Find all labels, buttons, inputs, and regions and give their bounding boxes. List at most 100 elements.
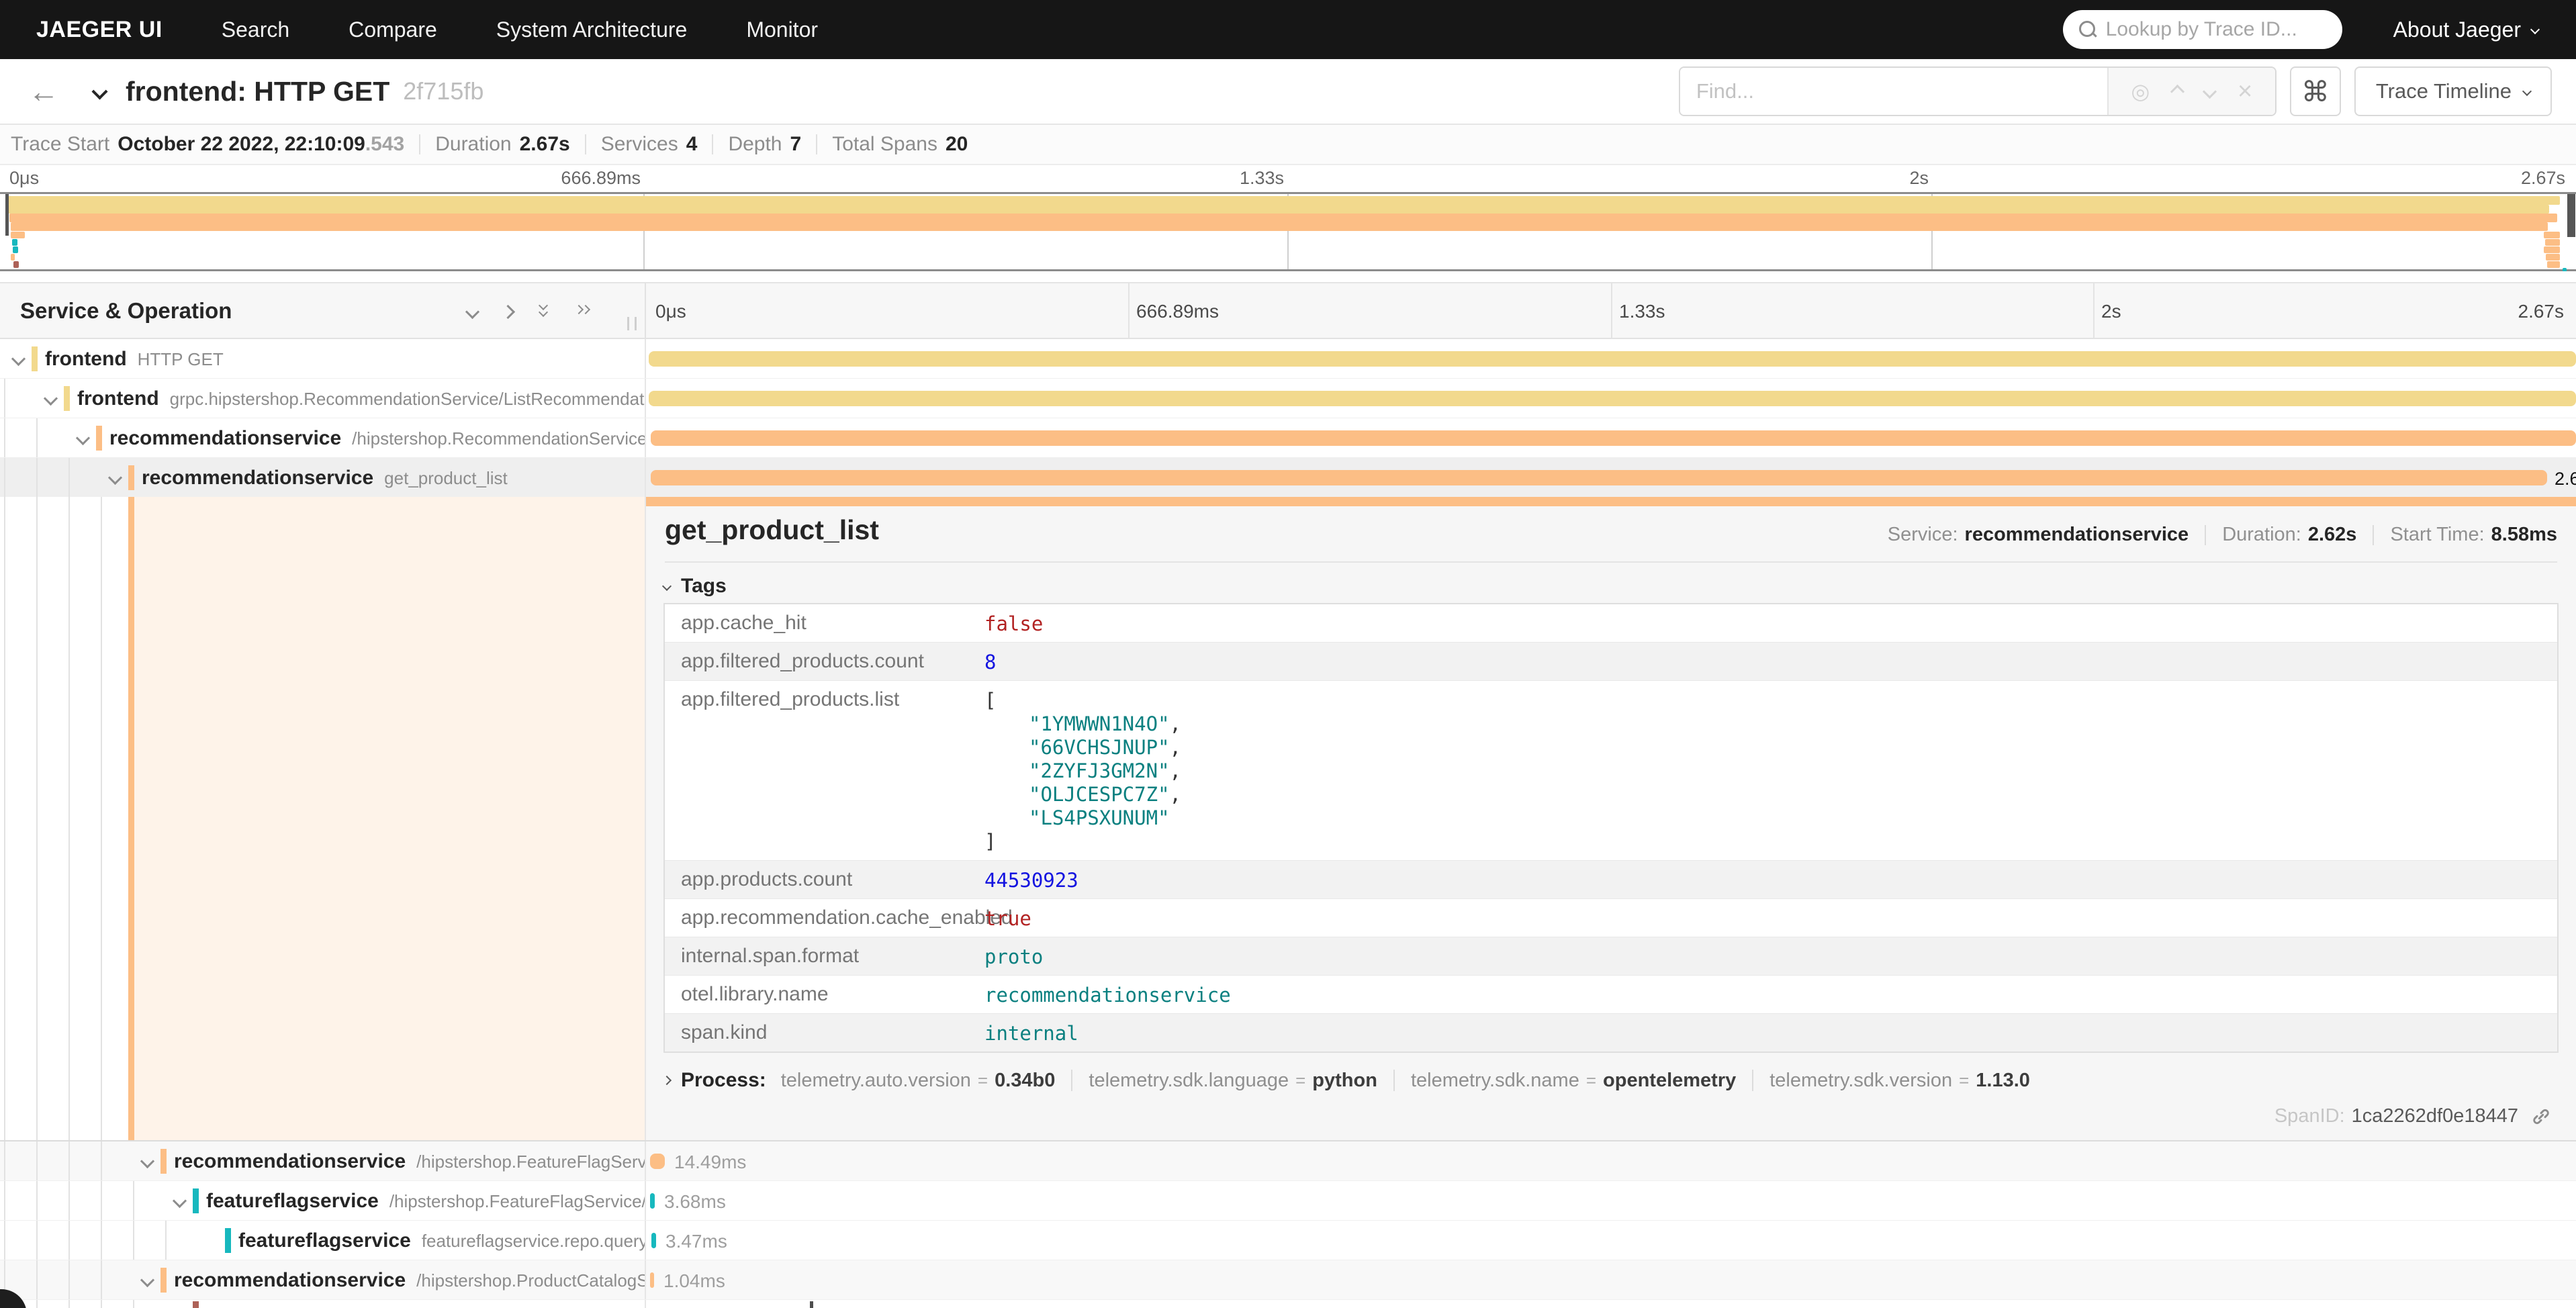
start-time-value: 8.58ms: [2491, 524, 2557, 546]
minimap-tick-0: 0μs: [9, 168, 39, 189]
focus-span-icon[interactable]: ◎: [2131, 79, 2150, 104]
process-section-toggle[interactable]: Process: telemetry.auto.version = 0.34b0…: [663, 1069, 2030, 1092]
indent-guide: [36, 1221, 38, 1260]
column-resize-handle[interactable]: [627, 317, 637, 330]
process-item: telemetry.sdk.name = opentelemetry: [1411, 1070, 1736, 1092]
about-jaeger-menu[interactable]: About Jaeger: [2393, 17, 2538, 42]
trace-minimap[interactable]: [0, 192, 2576, 271]
tag-row[interactable]: app.filtered_products.list [ 1YMWWN1N4O,…: [665, 681, 2557, 861]
product-id: 2ZYFJ3GM2N: [1029, 759, 1170, 782]
minimap-span: [2544, 246, 2560, 253]
span-row-frontend-http-get[interactable]: frontendHTTP GET: [0, 339, 2576, 379]
minimap-right-scrubber[interactable]: [2567, 194, 2575, 237]
span-bar-strip[interactable]: [646, 497, 2576, 506]
span-row-featureflagservice-get[interactable]: featureflagservice/hipstershop.FeatureFl…: [0, 1181, 2576, 1221]
span-detail-meta: Service: recommendationservice Duration:…: [1888, 524, 2557, 546]
trace-view-selector[interactable]: Trace Timeline: [2354, 66, 2552, 116]
span-bar-cell[interactable]: [646, 418, 2576, 457]
span-row-featureflag-call[interactable]: recommendationservice/hipstershop.Featur…: [0, 1141, 2576, 1181]
duration-item: Duration 2.67s: [435, 133, 569, 156]
tag-row[interactable]: app.products.count 44530923: [665, 861, 2557, 899]
span-bar[interactable]: [651, 430, 2576, 446]
span-row-get-product-list-selected[interactable]: recommendationserviceget_product_list 2.…: [0, 458, 2576, 498]
nav-item-system-architecture[interactable]: System Architecture: [496, 17, 688, 42]
span-row-partial[interactable]: [0, 1300, 2576, 1308]
span-bar[interactable]: [650, 1154, 665, 1169]
indent-guide: [4, 418, 5, 457]
app-logo[interactable]: JAEGER UI: [36, 17, 163, 43]
tag-row[interactable]: app.cache_hit false: [665, 604, 2557, 643]
json-close-bracket: ]: [984, 830, 1181, 853]
operation-name: /hipstershop.FeatureFlagService/Ge...: [389, 1191, 646, 1211]
span-bar-cell[interactable]: [646, 1300, 2576, 1308]
tag-value: recommendationservice: [984, 976, 1244, 1013]
collapse-span-chevron-icon[interactable]: [140, 1273, 154, 1287]
nav-item-monitor[interactable]: Monitor: [746, 17, 818, 42]
find-prev-icon[interactable]: [2170, 84, 2184, 98]
collapse-span-chevron-icon[interactable]: [108, 471, 122, 485]
span-bar[interactable]: [650, 1193, 655, 1209]
json-open-bracket: [: [984, 689, 1181, 712]
tags-section-toggle[interactable]: Tags: [663, 575, 727, 598]
equals: =: [1959, 1070, 1969, 1091]
collapse-span-chevron-icon[interactable]: [173, 1194, 187, 1208]
collapse-span-chevron-icon[interactable]: [140, 1154, 154, 1168]
expand-one-icon[interactable]: [501, 304, 515, 318]
tag-row[interactable]: internal.span.format proto: [665, 937, 2557, 976]
span-bar-cell[interactable]: 14.49ms: [646, 1141, 2576, 1180]
span-bar-cell[interactable]: 3.47ms: [646, 1221, 2576, 1260]
copy-link-icon[interactable]: [2530, 1106, 2552, 1127]
span-duration: 3.68ms: [664, 1191, 726, 1213]
divider: [816, 134, 817, 154]
collapse-all-icon[interactable]: [539, 303, 552, 320]
tag-row[interactable]: app.recommendation.cache_enabled true: [665, 899, 2557, 937]
process-value: python: [1312, 1070, 1377, 1092]
nav-item-compare[interactable]: Compare: [349, 17, 437, 42]
span-bar-cell[interactable]: 2.6: [646, 458, 2576, 497]
axis-label-2: 1.33s: [1619, 301, 1665, 322]
nav-item-search[interactable]: Search: [222, 17, 289, 42]
clear-find-icon[interactable]: ×: [2238, 79, 2252, 104]
keyboard-shortcuts-button[interactable]: ⌘: [2290, 66, 2341, 116]
find-next-icon[interactable]: [2203, 84, 2217, 98]
span-bar-cell[interactable]: 3.68ms: [646, 1181, 2576, 1220]
depth-value: 7: [790, 133, 802, 156]
duration-value: 2.62s: [2308, 524, 2357, 546]
product-id: 1YMWWN1N4O: [1029, 712, 1170, 735]
collapse-span-chevron-icon[interactable]: [76, 431, 90, 445]
span-row-productcatalog-call[interactable]: recommendationservice/hipstershop.Produc…: [0, 1260, 2576, 1300]
span-row-recommendation-list[interactable]: recommendationservice/hipstershop.Recomm…: [0, 418, 2576, 458]
span-bar[interactable]: [651, 470, 2547, 485]
span-bar-cell[interactable]: [646, 339, 2576, 378]
indent-guide: [4, 458, 5, 497]
span-bar[interactable]: [649, 351, 2576, 367]
span-bar[interactable]: [649, 391, 2576, 406]
indent-guide: [4, 497, 5, 1140]
tag-row[interactable]: span.kind internal: [665, 1014, 2557, 1052]
back-button[interactable]: ←: [28, 73, 59, 109]
span-bar[interactable]: [651, 1233, 656, 1248]
span-row-featureflag-repo-query[interactable]: featureflagservicefeatureflagservice.rep…: [0, 1221, 2576, 1260]
collapse-span-chevron-icon[interactable]: [11, 352, 26, 366]
collapse-one-icon[interactable]: [465, 304, 479, 318]
process-value: 1.13.0: [1976, 1070, 2030, 1092]
expand-all-icon[interactable]: [578, 303, 591, 320]
find-input[interactable]: [1680, 68, 2107, 115]
span-bar-cell[interactable]: [646, 379, 2576, 418]
collapse-trace-chevron-icon[interactable]: [91, 83, 107, 99]
minimap-left-scrubber[interactable]: [5, 194, 9, 236]
span-bar[interactable]: [650, 1272, 654, 1288]
tag-row[interactable]: otel.library.name recommendationservice: [665, 976, 2557, 1014]
trace-id-lookup-input[interactable]: Lookup by Trace ID...: [2063, 10, 2342, 49]
span-detail-row: get_product_list Service: recommendation…: [0, 497, 2576, 1141]
depth-label: Depth: [728, 133, 782, 156]
minimap-span: [2547, 261, 2560, 268]
operation-name: /hipstershop.FeatureFlagService...: [416, 1152, 646, 1172]
divider: [665, 561, 2557, 563]
nav-right-group: Lookup by Trace ID... About Jaeger: [2063, 10, 2538, 49]
span-row-frontend-grpc[interactable]: frontendgrpc.hipstershop.RecommendationS…: [0, 379, 2576, 418]
collapse-span-chevron-icon[interactable]: [44, 391, 58, 406]
tag-row[interactable]: app.filtered_products.count 8: [665, 643, 2557, 681]
span-bar-cell[interactable]: 1.04ms: [646, 1260, 2576, 1299]
span-bar[interactable]: [810, 1301, 813, 1308]
